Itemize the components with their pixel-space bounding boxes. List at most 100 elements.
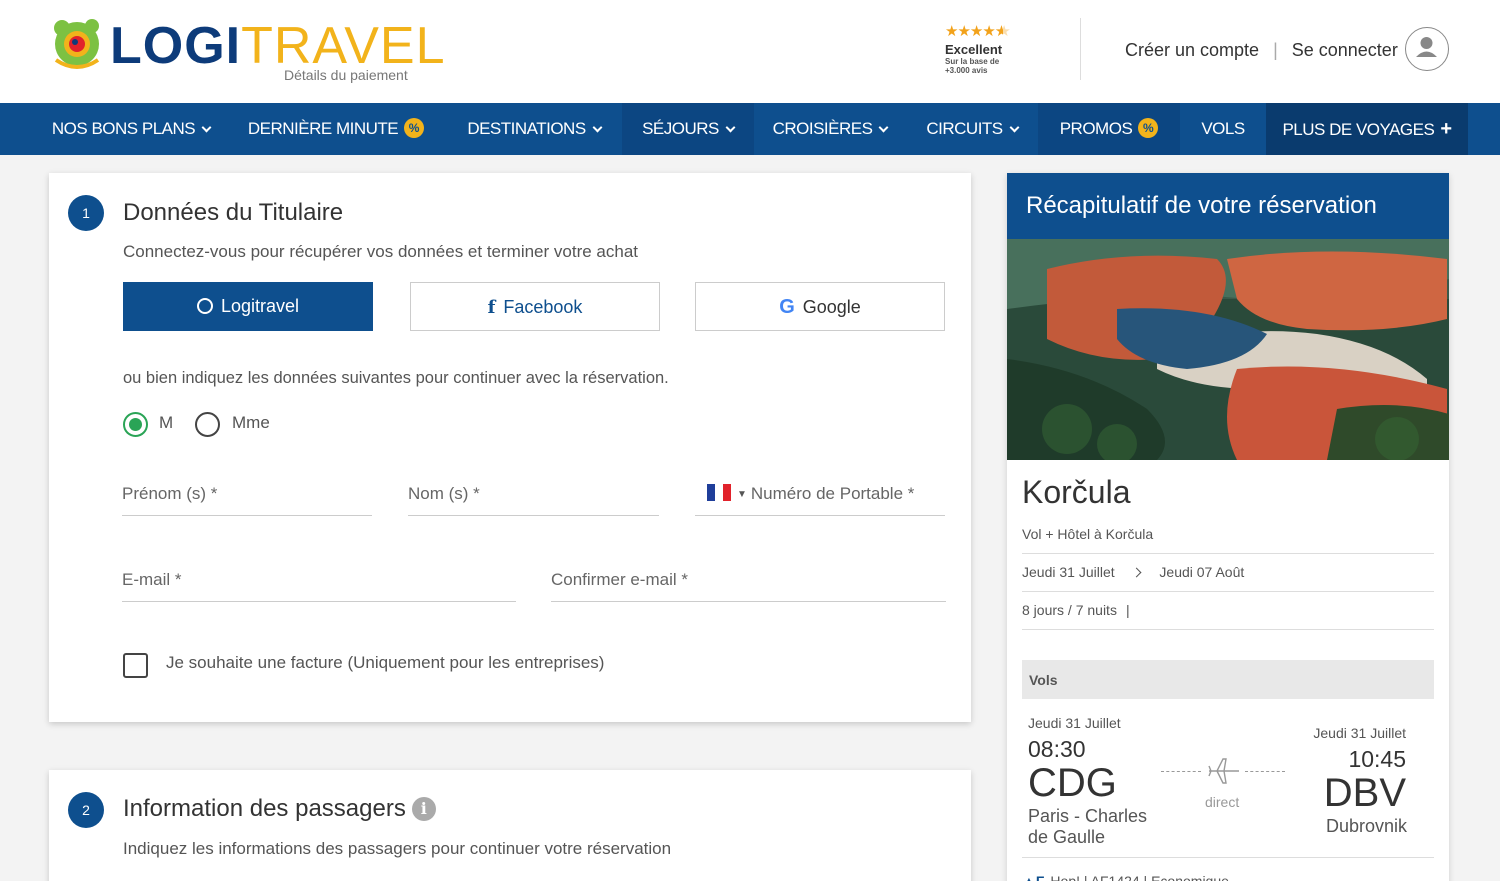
divider	[1022, 629, 1434, 630]
step-number: 2	[68, 792, 104, 828]
google-icon: G	[779, 296, 795, 318]
nav-label: NOS BONS PLANS	[51, 119, 196, 138]
nav-label: PLUS DE VOYAGES	[1282, 120, 1435, 139]
nav-label: VOLS	[1201, 119, 1245, 138]
trip-duration: 8 jours / 7 nuits |	[1022, 602, 1130, 618]
package-type: Vol + Hôtel à Korčula	[1022, 526, 1154, 542]
chevron-down-icon	[201, 122, 212, 133]
divider	[1022, 591, 1434, 592]
page-subtitle: Détails du paiement	[284, 67, 408, 83]
nav-plus-de-voyages[interactable]: PLUS DE VOYAGES +	[1266, 103, 1468, 155]
arrival-time: 10:45	[1348, 746, 1406, 772]
passengers-title-text: Information des passagers	[123, 795, 406, 822]
booking-summary: Récapitulatif de votre réservation Korču…	[1007, 173, 1449, 881]
plus-icon: +	[1440, 118, 1452, 140]
phone-field[interactable]: ▼ Numéro de Portable *	[695, 472, 945, 516]
email-field[interactable]: E-mail *	[122, 558, 516, 602]
rating-sub-2: +3.000 avis	[945, 66, 988, 75]
gender-mme-label: Mme	[232, 413, 270, 432]
first-name-field[interactable]: Prénom (s) *	[122, 472, 372, 516]
info-icon[interactable]: i	[411, 797, 436, 821]
account-links: Créer un compte | Se connecter	[1125, 40, 1398, 61]
percent-badge-icon: %	[1138, 118, 1159, 138]
main-nav: NOS BONS PLANS DERNIÈRE MINUTE% DESTINAT…	[0, 103, 1500, 155]
step-number: 1	[68, 195, 104, 231]
holder-subtitle: Connectez-vous pour récupérer vos donnée…	[123, 242, 638, 261]
flight-details-line: ▲F Hop! | AF1424 | Economique	[1022, 873, 1229, 881]
nav-derniere-minute[interactable]: DERNIÈRE MINUTE%	[226, 103, 446, 155]
chevron-down-icon	[725, 122, 736, 133]
manual-entry-text: ou bien indiquez les données suivantes p…	[123, 369, 669, 387]
nav-promos[interactable]: PROMOS%	[1038, 103, 1180, 155]
holder-title: Données du Titulaire	[123, 199, 344, 226]
confirm-email-field[interactable]: Confirmer e-mail *	[551, 558, 946, 602]
nav-croisieres[interactable]: CROISIÈRES	[754, 103, 906, 155]
nav-label: CROISIÈRES	[772, 119, 873, 138]
user-avatar-icon[interactable]	[1405, 27, 1449, 71]
last-name-field[interactable]: Nom (s) *	[408, 472, 659, 516]
brand-logi: LOGI	[110, 17, 242, 75]
invoice-checkbox[interactable]	[123, 653, 148, 678]
gender-m-radio[interactable]	[123, 412, 148, 437]
trip-dates: Jeudi 31 Juillet Jeudi 07 Août	[1022, 564, 1244, 580]
flight-stops: direct	[1205, 794, 1240, 810]
divider	[1022, 857, 1434, 858]
departure-time: 08:30	[1028, 736, 1086, 762]
logitravel-logo[interactable]: LOGITRAVEL Détails du paiement	[48, 10, 445, 90]
departure-airport-code: CDG	[1028, 761, 1117, 805]
last-name-placeholder: Nom (s) *	[408, 484, 480, 503]
nav-label: CIRCUITS	[926, 119, 1003, 138]
phone-placeholder: Numéro de Portable *	[750, 484, 915, 503]
airplane-icon	[1208, 758, 1239, 784]
nav-label: SÉJOURS	[642, 119, 719, 138]
destination-name: Korčula	[1022, 474, 1131, 510]
login-link[interactable]: Se connecter	[1292, 40, 1398, 60]
gender-mme-radio[interactable]	[195, 412, 220, 437]
nav-circuits[interactable]: CIRCUITS	[906, 103, 1038, 155]
rating-widget[interactable]: ★★★★★★ Excellent Sur la base de +3.000 a…	[945, 23, 1055, 76]
airline-details: Hop! | AF1424 | Economique	[1050, 873, 1229, 881]
route-line	[1245, 771, 1285, 772]
logo-mark-icon	[54, 19, 100, 69]
percent-badge-icon: %	[404, 118, 425, 138]
duration-text: 8 jours / 7 nuits	[1022, 602, 1117, 618]
departure-city: Paris - Charles de Gaulle	[1028, 806, 1148, 847]
duration-separator: |	[1125, 602, 1130, 618]
divider	[1022, 553, 1434, 554]
facebook-icon: f	[487, 297, 496, 318]
holder-card: 1 Données du Titulaire Connectez-vous po…	[49, 173, 971, 722]
arrival-date: Jeudi 31 Juillet	[1313, 725, 1406, 741]
header-divider	[1080, 18, 1081, 80]
facebook-button-label: Facebook	[503, 297, 583, 317]
departure-date: Jeudi 31 Juillet	[1028, 715, 1121, 731]
chevron-right-icon	[1131, 567, 1141, 578]
france-flag-icon[interactable]	[707, 484, 731, 501]
date-from: Jeudi 31 Juillet	[1022, 564, 1115, 580]
passengers-title: Information des passagers i	[123, 795, 436, 823]
invoice-label: Je souhaite une facture (Uniquement pour…	[166, 653, 605, 672]
date-to: Jeudi 07 Août	[1159, 564, 1245, 580]
nav-destinations[interactable]: DESTINATIONS	[446, 103, 622, 155]
login-logitravel-button[interactable]: Logitravel	[123, 282, 373, 331]
google-button-label: Google	[802, 297, 861, 317]
nav-bons-plans[interactable]: NOS BONS PLANS	[36, 103, 226, 155]
login-facebook-button[interactable]: f Facebook	[410, 282, 660, 331]
route-line	[1161, 771, 1201, 772]
flights-section-header: Vols	[1022, 660, 1434, 699]
arrival-city: Dubrovnik	[1325, 816, 1407, 836]
first-name-placeholder: Prénom (s) *	[122, 484, 218, 503]
logitravel-button-label: Logitravel	[220, 296, 300, 316]
logitravel-icon	[196, 298, 213, 314]
chevron-down-icon	[878, 122, 889, 133]
account-separator: |	[1273, 40, 1278, 60]
rating-label: Excellent	[945, 42, 1003, 57]
nav-vols[interactable]: VOLS	[1180, 103, 1266, 155]
rating-stars-icon: ★★★★★★	[945, 23, 1010, 40]
nav-sejours[interactable]: SÉJOURS	[622, 103, 754, 155]
caret-down-icon[interactable]: ▼	[737, 489, 747, 500]
nav-label: PROMOS	[1059, 119, 1133, 138]
create-account-link[interactable]: Créer un compte	[1125, 40, 1259, 60]
login-google-button[interactable]: G Google	[695, 282, 945, 331]
passengers-card: 2 Information des passagers i Indiquez le…	[49, 770, 971, 881]
email-placeholder: E-mail *	[122, 570, 182, 589]
